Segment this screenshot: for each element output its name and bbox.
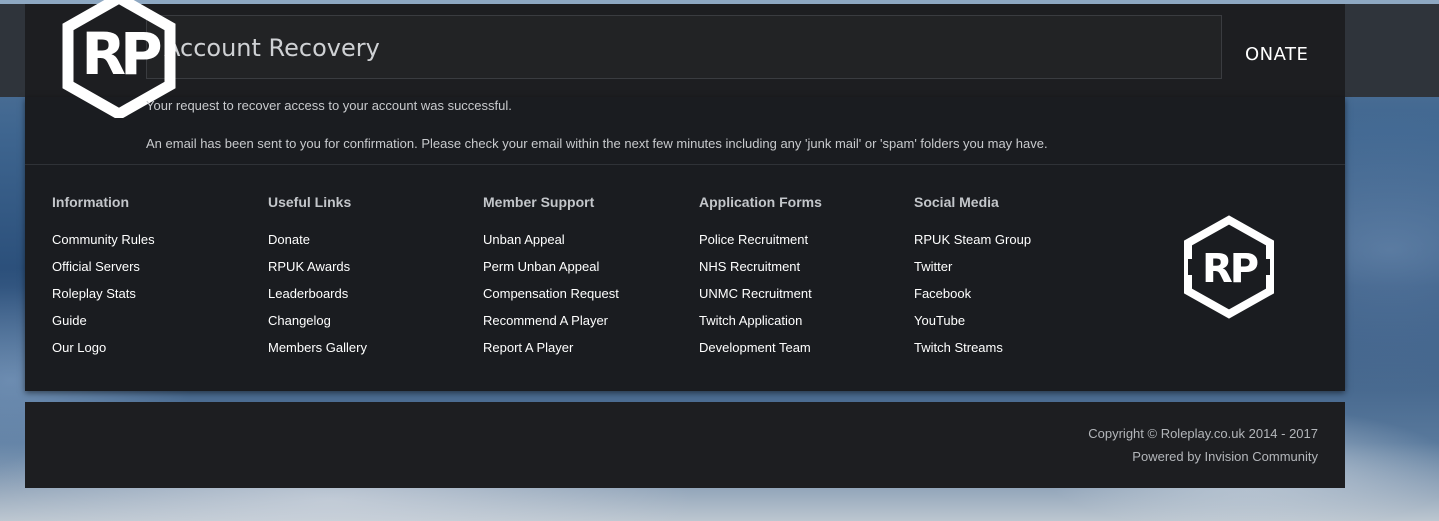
footer-column-heading: Member Support	[483, 194, 595, 210]
footer-logo-icon: RP	[1184, 215, 1274, 319]
footer-link[interactable]: Development Team	[699, 340, 822, 367]
footer-link[interactable]: NHS Recruitment	[699, 259, 822, 286]
divider	[25, 164, 1345, 165]
nav-donate-link[interactable]: ONATE	[1245, 44, 1308, 65]
copyright-text: Copyright © Roleplay.co.uk 2014 - 2017	[1088, 426, 1318, 441]
footer-link[interactable]: Twitter	[914, 259, 1031, 286]
footer-column-heading: Social Media	[914, 194, 999, 210]
svg-text:RP: RP	[81, 20, 161, 88]
footer-column-application-forms: Application Forms Police Recruitment NHS…	[699, 194, 822, 367]
footer-link[interactable]: UNMC Recruitment	[699, 286, 822, 313]
footer-link[interactable]: Changelog	[268, 313, 367, 340]
svg-text:RP: RP	[1202, 246, 1258, 292]
footer-link[interactable]: Official Servers	[52, 259, 155, 286]
footer-link[interactable]: Leaderboards	[268, 286, 367, 313]
footer-link[interactable]: Report A Player	[483, 340, 619, 367]
footer-column-social-media: Social Media RPUK Steam Group Twitter Fa…	[914, 194, 1031, 367]
success-message: Your request to recover access to your a…	[146, 98, 512, 113]
footer-link[interactable]: RPUK Awards	[268, 259, 367, 286]
footer-link[interactable]: Twitch Application	[699, 313, 822, 340]
footer-link[interactable]: Perm Unban Appeal	[483, 259, 619, 286]
email-confirmation-message: An email has been sent to you for confir…	[146, 136, 1048, 151]
footer-column-useful-links: Useful Links Donate RPUK Awards Leaderbo…	[268, 194, 367, 367]
footer-link[interactable]: RPUK Steam Group	[914, 232, 1031, 259]
footer-link[interactable]: Guide	[52, 313, 155, 340]
footer-link[interactable]: Unban Appeal	[483, 232, 619, 259]
footer-link[interactable]: Facebook	[914, 286, 1031, 313]
footer-column-heading: Application Forms	[699, 194, 822, 210]
footer-link[interactable]: Our Logo	[52, 340, 155, 367]
footer-link[interactable]: Police Recruitment	[699, 232, 822, 259]
footer-link[interactable]: YouTube	[914, 313, 1031, 340]
footer-link[interactable]: Compensation Request	[483, 286, 619, 313]
bottom-bar: Copyright © Roleplay.co.uk 2014 - 2017 P…	[25, 402, 1345, 488]
footer-link[interactable]: Recommend A Player	[483, 313, 619, 340]
footer-link[interactable]: Donate	[268, 232, 367, 259]
footer-link[interactable]: Community Rules	[52, 232, 155, 259]
footer-column-heading: Information	[52, 194, 129, 210]
page-title-box: Account Recovery	[146, 15, 1222, 79]
footer-link[interactable]: Members Gallery	[268, 340, 367, 367]
footer-column-member-support: Member Support Unban Appeal Perm Unban A…	[483, 194, 619, 367]
footer-link[interactable]: Roleplay Stats	[52, 286, 155, 313]
footer-column-heading: Useful Links	[268, 194, 352, 210]
footer-link[interactable]: Twitch Streams	[914, 340, 1031, 367]
page-title: Account Recovery	[164, 34, 380, 62]
footer-column-information: Information Community Rules Official Ser…	[52, 194, 155, 367]
powered-by-link[interactable]: Powered by Invision Community	[1132, 449, 1318, 464]
